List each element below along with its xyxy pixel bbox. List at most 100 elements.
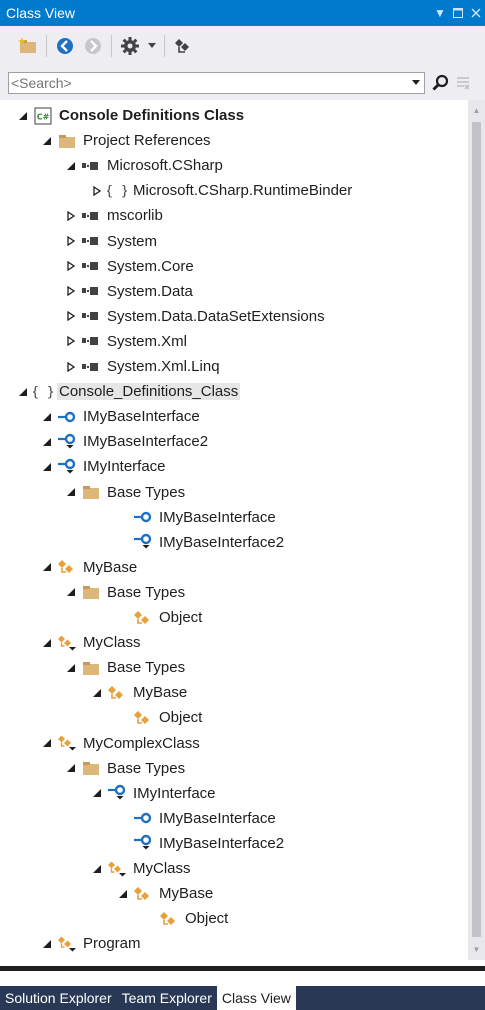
expanded-arrow-icon[interactable] (40, 731, 54, 756)
tree-node[interactable]: Program (40, 931, 143, 956)
class-view-settings-button[interactable] (171, 33, 195, 59)
interface-derived-icon (133, 532, 153, 552)
expanded-arrow-icon[interactable] (64, 480, 78, 505)
collapsed-arrow-icon[interactable] (64, 354, 78, 379)
expanded-arrow-icon[interactable] (90, 856, 104, 881)
clear-search-button[interactable] (453, 72, 473, 94)
expanded-arrow-icon[interactable] (64, 580, 78, 605)
class-icon (107, 683, 127, 703)
expanded-arrow-icon[interactable] (90, 680, 104, 705)
settings-dropdown-button[interactable] (146, 33, 158, 59)
folder-icon (81, 658, 101, 678)
settings-button[interactable] (118, 33, 142, 59)
expanded-arrow-icon[interactable] (16, 379, 30, 404)
collapsed-arrow-icon[interactable] (90, 178, 104, 203)
tree-node[interactable]: Project References (40, 128, 213, 153)
search-button[interactable] (429, 72, 453, 94)
tree-node[interactable]: IMyBaseInterface2 (40, 429, 210, 454)
expanded-arrow-icon[interactable] (40, 931, 54, 956)
tree-node[interactable]: { } Console_Definitions_Class (16, 379, 241, 404)
namespace-icon: { } (33, 382, 53, 402)
expanded-arrow-icon[interactable] (16, 103, 30, 128)
tree-node[interactable]: System.Xml (64, 329, 189, 354)
expanded-arrow-icon[interactable] (116, 881, 130, 906)
tree-node[interactable]: IMyInterface (90, 781, 218, 806)
tree-node[interactable]: MyComplexClass (40, 731, 202, 756)
class-view-tree[interactable]: C# Console Definitions Class Project Refer… (0, 100, 468, 960)
tree-node[interactable]: mscorlib (64, 203, 165, 228)
expanded-arrow-icon[interactable] (64, 655, 78, 680)
tree-node[interactable]: Object (116, 605, 204, 630)
expanded-arrow-icon[interactable] (40, 454, 54, 479)
search-dropdown-icon[interactable] (408, 73, 424, 93)
csharp-project-icon: C# (33, 106, 53, 126)
tree-node[interactable]: Base Types (64, 580, 187, 605)
tab-class-view[interactable]: Class View (216, 986, 296, 1010)
tree-node[interactable]: { } Microsoft.CSharp.RuntimeBinder (90, 178, 354, 203)
tree-node[interactable]: System.Xml.Linq (64, 354, 222, 379)
class-hierarchy-icon (175, 39, 189, 53)
scroll-down-icon[interactable]: ▼ (468, 941, 485, 958)
expanded-arrow-icon[interactable] (40, 630, 54, 655)
expanded-arrow-icon[interactable] (40, 128, 54, 153)
folder-icon (81, 582, 101, 602)
tree-node[interactable]: IMyBaseInterface (116, 505, 278, 530)
collapsed-arrow-icon[interactable] (64, 304, 78, 329)
tree-node-label: Microsoft.CSharp (107, 157, 223, 175)
svg-text:C#: C# (37, 112, 50, 121)
tree-node-label: System.Data.DataSetExtensions (107, 307, 325, 325)
tree-node[interactable]: System.Data.DataSetExtensions (64, 304, 327, 329)
tree-node[interactable]: MyClass (40, 630, 143, 655)
expanded-arrow-icon[interactable] (90, 781, 104, 806)
tree-node-label: Base Types (107, 759, 186, 777)
tree-node[interactable]: MyBase (90, 680, 189, 705)
expanded-arrow-icon[interactable] (40, 404, 54, 429)
tab-team-explorer[interactable]: Team Explorer (117, 986, 217, 1010)
tree-node[interactable]: MyBase (116, 881, 215, 906)
forward-button[interactable] (81, 33, 105, 59)
collapsed-arrow-icon[interactable] (64, 279, 78, 304)
tree-node[interactable]: C# Console Definitions Class (16, 103, 246, 128)
tree-node[interactable]: Base Types (64, 480, 187, 505)
tree-node[interactable]: Base Types (64, 655, 187, 680)
expanded-arrow-icon[interactable] (64, 153, 78, 178)
expanded-arrow-icon[interactable] (40, 429, 54, 454)
tree-node[interactable]: Microsoft.CSharp (64, 153, 225, 178)
tab-solution-explorer[interactable]: Solution Explorer (0, 986, 117, 1010)
search-input[interactable] (9, 73, 408, 93)
tree-node-label: MyBase (159, 885, 214, 903)
maximize-icon[interactable] (449, 2, 467, 24)
tree-node[interactable]: System.Data (64, 279, 195, 304)
class-derived-icon (57, 633, 77, 653)
collapsed-arrow-icon[interactable] (64, 254, 78, 279)
back-button[interactable] (53, 33, 77, 59)
assembly-icon (81, 331, 101, 351)
window-position-dropdown-icon[interactable]: ▼ (431, 2, 449, 24)
tree-node[interactable]: Base Types (64, 756, 187, 781)
scroll-up-icon[interactable]: ▲ (468, 102, 485, 119)
tree-node[interactable]: System (64, 229, 159, 254)
vertical-scrollbar[interactable]: ▲ ▼ (468, 100, 485, 960)
close-icon[interactable] (467, 2, 485, 24)
tree-node[interactable]: IMyBaseInterface (40, 404, 202, 429)
tree-node[interactable]: System.Core (64, 254, 196, 279)
collapsed-arrow-icon[interactable] (64, 203, 78, 228)
tree-node[interactable]: IMyBaseInterface (116, 806, 278, 831)
tree-node[interactable]: Object (142, 906, 230, 931)
collapsed-arrow-icon[interactable] (64, 329, 78, 354)
expanded-arrow-icon[interactable] (64, 756, 78, 781)
tree-node[interactable]: IMyBaseInterface2 (116, 530, 286, 555)
expanded-arrow-icon[interactable] (40, 555, 54, 580)
scrollbar-thumb[interactable] (472, 122, 481, 937)
tree-node-label: Base Types (107, 583, 186, 601)
tree-node[interactable]: IMyInterface (40, 454, 168, 479)
collapsed-arrow-icon[interactable] (64, 229, 78, 254)
search-combobox[interactable] (8, 72, 425, 94)
tree-node[interactable]: MyBase (40, 555, 139, 580)
new-folder-button[interactable] (16, 33, 40, 59)
tree-node[interactable]: IMyBaseInterface2 (116, 831, 286, 856)
tree-node[interactable]: MyClass (90, 856, 193, 881)
tree-node-label: IMyInterface (133, 784, 216, 802)
tree-node[interactable]: Object (116, 705, 204, 730)
